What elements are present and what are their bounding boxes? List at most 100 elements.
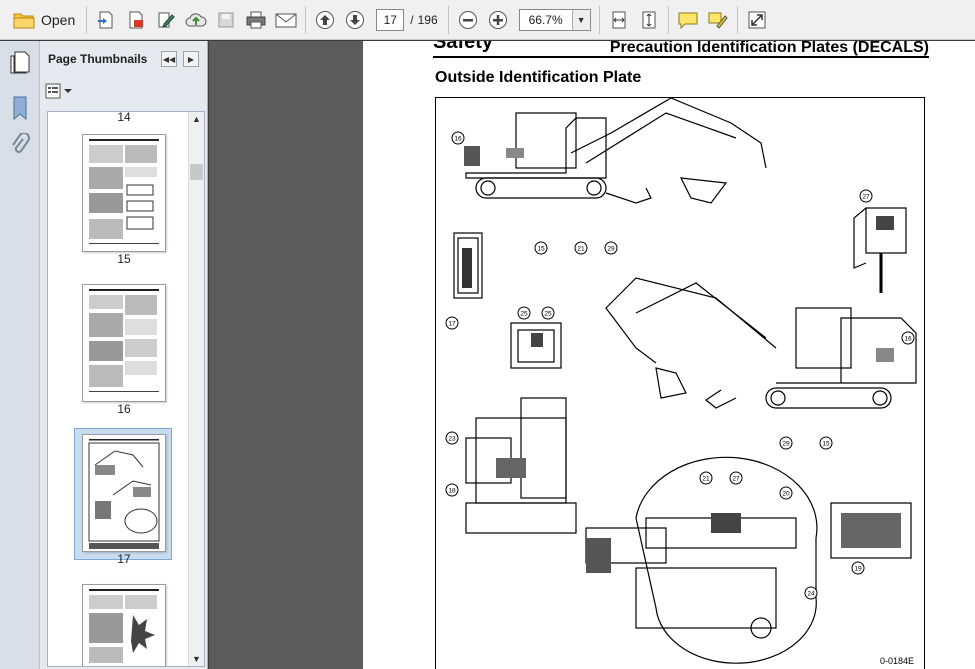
thumbnail-page-17-selected[interactable]: 17: [82, 434, 166, 566]
folder-icon: [13, 13, 35, 28]
printer-icon: [246, 11, 266, 28]
bookmarks-tab[interactable]: [5, 91, 35, 125]
header-rule: [433, 56, 929, 58]
callout-number: 29: [782, 441, 790, 448]
thumbnail-page-18[interactable]: [82, 584, 166, 666]
cloud-upload-icon: [185, 12, 207, 26]
next-page-button[interactable]: [340, 5, 370, 35]
bookmark-icon: [13, 96, 27, 121]
thumbnail-image: [82, 584, 166, 666]
speech-bubble-icon: [678, 12, 698, 29]
callout-number: 27: [862, 194, 870, 201]
open-label: Open: [41, 11, 76, 28]
collapse-panel-button[interactable]: ◀◀: [161, 51, 177, 67]
arrow-down-circle-icon: [346, 10, 365, 29]
callout-number: 21: [577, 246, 585, 253]
attachments-tab[interactable]: [5, 129, 35, 163]
envelope-icon: [275, 13, 297, 27]
export-pdf-button[interactable]: [121, 5, 151, 35]
chevron-up-icon[interactable]: ▲: [192, 114, 201, 124]
thumbnail-image: [82, 134, 166, 252]
fit-width-icon: [612, 11, 626, 28]
thumbnails-panel: Page Thumbnails ◀◀ ▶ 14 15 16 17 ▲ ▼: [40, 41, 208, 669]
toolbar-separator: [598, 5, 600, 34]
document-view[interactable]: Safety Precaution Identification Plates …: [215, 41, 975, 669]
excavator-diagram: 16 15 21 29 17 25 25 23 18 27 16 29 15 21 27 20 24 19: [445, 98, 917, 664]
full-screen-button[interactable]: [742, 5, 772, 35]
toolbar: Open 17 / 196 66.7% ▼: [0, 0, 975, 40]
save-disk-icon: [218, 12, 234, 27]
thumbnail-list[interactable]: 14 15 16 17 ▲ ▼: [47, 111, 205, 667]
toolbar-separator: [305, 5, 307, 34]
thumbnails-header: Page Thumbnails ◀◀ ▶: [40, 41, 207, 77]
expand-panel-button[interactable]: ▶: [183, 51, 199, 67]
identification-plate-figure: 16 15 21 29 17 25 25 23 18 27 16 29 15 21 27 20 24 19 0-0…: [435, 97, 925, 669]
pdf-viewer-window: Open 17 / 196 66.7% ▼ Page Thumbnails ◀◀…: [0, 0, 975, 669]
minus-circle-icon: [458, 10, 477, 29]
paperclip-icon: [12, 133, 30, 153]
toolbar-separator: [447, 5, 449, 34]
zoom-out-button[interactable]: [453, 5, 483, 35]
edit-pencil-icon: [158, 12, 175, 28]
toolbar-separator: [736, 5, 738, 34]
callout-number: 16: [454, 136, 462, 143]
page-number-input[interactable]: [376, 8, 405, 31]
toolbar-separator: [86, 5, 88, 34]
chevron-right-icon: ▶: [187, 54, 195, 64]
callout-number: 25: [544, 311, 552, 318]
previous-page-button[interactable]: [310, 5, 340, 35]
email-button[interactable]: [271, 5, 301, 35]
thumbnail-scrollbar[interactable]: ▲ ▼: [188, 112, 204, 666]
thumbnail-label-14: 14: [117, 111, 131, 124]
export-pdf-icon: [129, 11, 144, 28]
chevron-down-icon[interactable]: ▼: [192, 654, 201, 664]
comment-button[interactable]: [673, 5, 703, 35]
open-button[interactable]: Open: [6, 5, 82, 35]
section-title: Outside Identification Plate: [435, 69, 642, 86]
zoom-selector[interactable]: ▼: [518, 8, 591, 31]
page-header-right: Precaution Identification Plates (DECALS…: [609, 41, 929, 56]
zoom-input[interactable]: [519, 9, 572, 30]
thumbnail-image: [82, 284, 166, 402]
thumbnail-label-17: 17: [117, 552, 131, 566]
pdf-page: Safety Precaution Identification Plates …: [363, 41, 975, 669]
highlight-text-button[interactable]: [703, 5, 733, 35]
print-button[interactable]: [241, 5, 271, 35]
create-pdf-button[interactable]: [91, 5, 121, 35]
fit-page-button[interactable]: [634, 5, 664, 35]
page-separator: /: [410, 12, 414, 27]
thumbnail-label-16: 16: [117, 402, 131, 416]
double-chevron-left-icon: ◀◀: [162, 54, 176, 64]
thumbnail-page-16[interactable]: 16: [82, 284, 166, 416]
figure-code: 0-0184E: [879, 656, 914, 666]
callout-number: 20: [782, 491, 790, 498]
plus-circle-icon: [488, 10, 507, 29]
callout-number: 21: [702, 476, 710, 483]
highlighter-icon: [708, 12, 728, 29]
navigation-pane: [0, 41, 40, 669]
panel-title: Page Thumbnails: [48, 52, 148, 66]
upload-button[interactable]: [181, 5, 211, 35]
thumbnail-image: [82, 434, 166, 552]
page-thumbnails-tab[interactable]: [5, 45, 35, 79]
callout-number: 25: [520, 311, 528, 318]
edit-pdf-button[interactable]: [151, 5, 181, 35]
callout-number: 17: [448, 321, 456, 328]
callout-number: 23: [448, 436, 456, 443]
page-header-left: Safety: [433, 41, 494, 53]
save-button[interactable]: [211, 5, 241, 35]
zoom-in-button[interactable]: [483, 5, 513, 35]
callout-number: 15: [537, 246, 545, 253]
fit-width-button[interactable]: [604, 5, 634, 35]
create-pdf-icon: [98, 11, 113, 28]
callout-number: 29: [607, 246, 615, 253]
chevron-down-icon[interactable]: ▼: [571, 9, 590, 30]
callout-number: 15: [822, 441, 830, 448]
pages-icon: [10, 51, 30, 74]
scrollbar-thumb[interactable]: [190, 164, 203, 180]
thumbnail-options-button[interactable]: [40, 77, 207, 105]
thumbnail-page-15[interactable]: 15: [82, 134, 166, 266]
expand-arrows-icon: [748, 11, 766, 28]
thumbnail-label-15: 15: [117, 252, 131, 266]
callout-number: 16: [904, 336, 912, 343]
